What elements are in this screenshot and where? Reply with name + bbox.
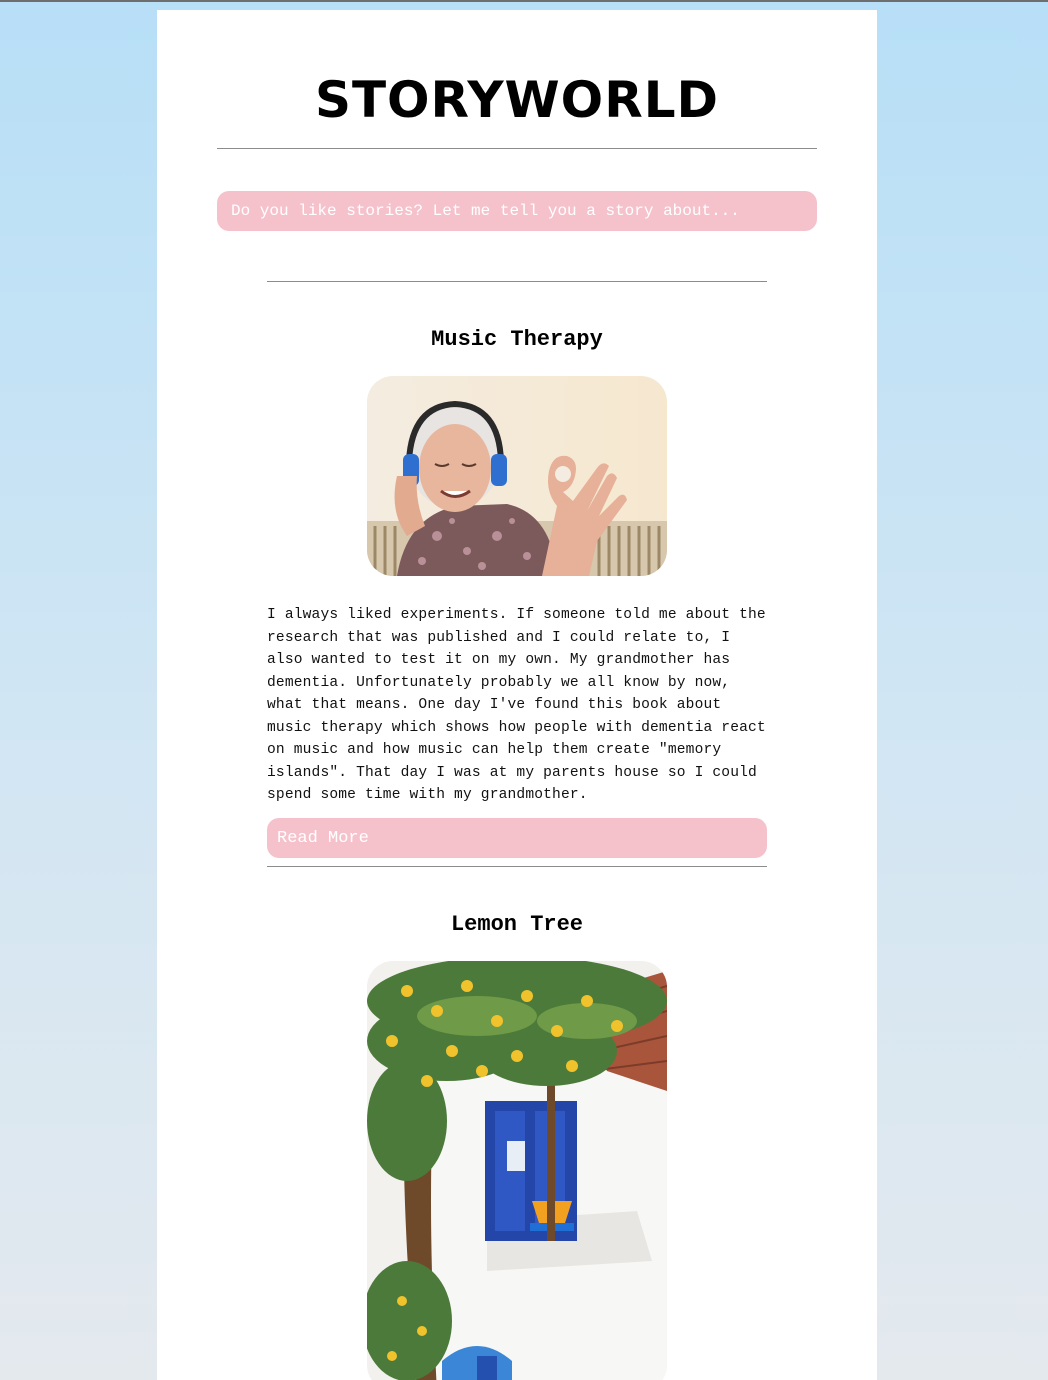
story-divider [267,281,767,282]
story-divider [267,866,767,867]
story-search-input[interactable] [217,191,817,231]
page-container: STORYWORLD Music Therapy [157,10,877,1380]
header-divider [217,148,817,149]
music-therapy-image [367,376,667,576]
story-title-lemon-tree: Lemon Tree [450,912,584,937]
story-excerpt-music-therapy: I always liked experiments. If someone t… [267,607,766,803]
story-title-music-therapy: Music Therapy [431,327,603,352]
lemon-tree-image [367,961,667,1380]
site-title: STORYWORLD [314,71,720,129]
read-more-button[interactable]: Read More [267,818,767,858]
music-therapy-illustration [367,376,667,576]
lemon-tree-illustration [367,961,667,1380]
window-top-border [0,0,1048,2]
